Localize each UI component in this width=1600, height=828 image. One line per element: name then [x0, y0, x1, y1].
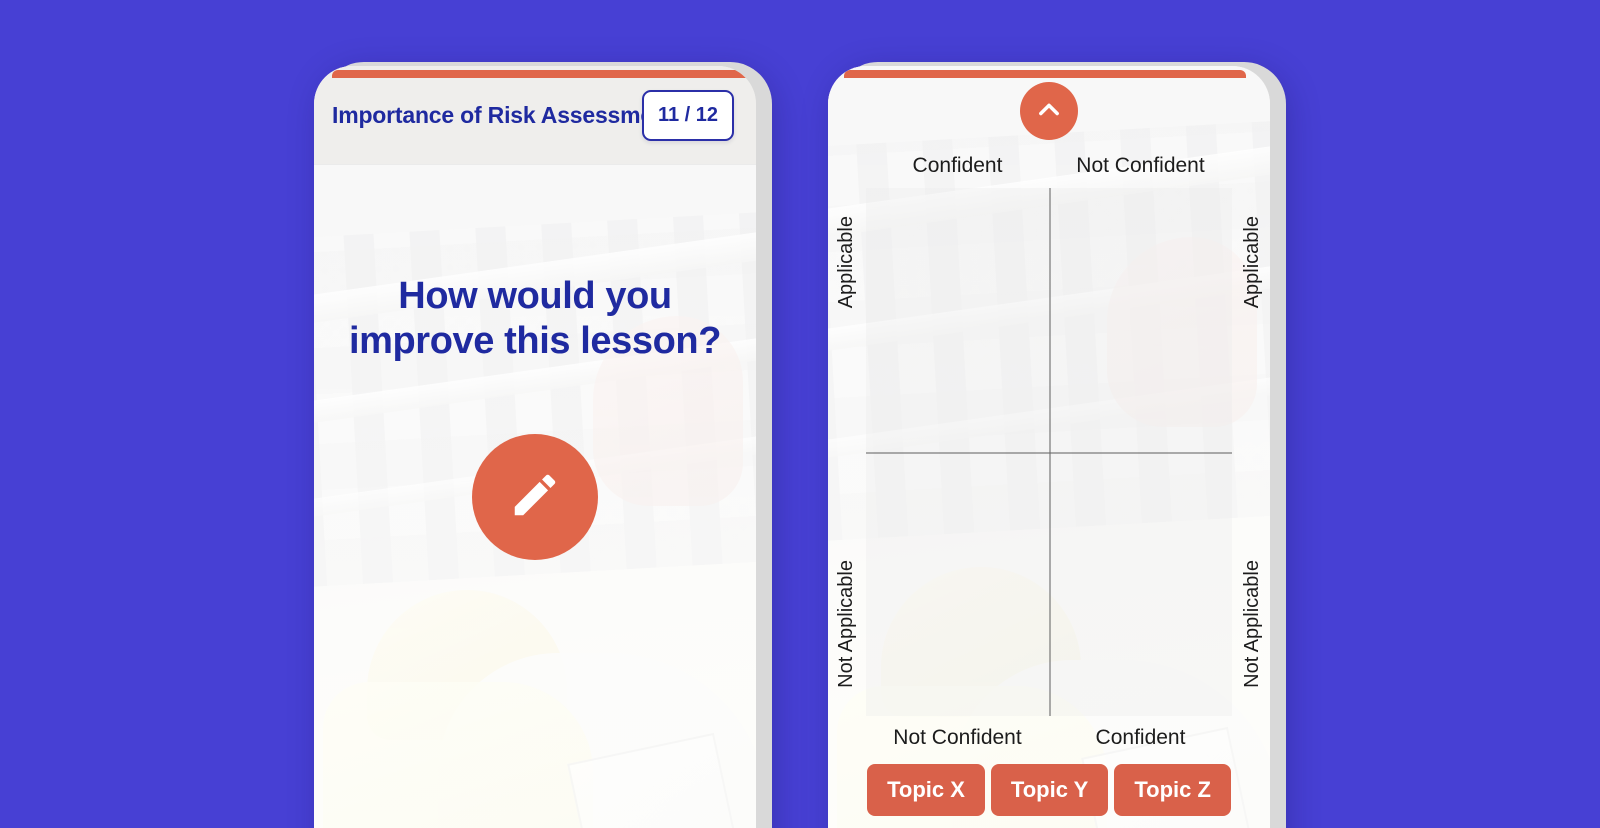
phones-stage: Importance of Risk Assessme… 11 / 12 How…	[0, 0, 1600, 828]
edit-response-button[interactable]	[472, 433, 598, 560]
question-text: How would you improve this lesson?	[348, 275, 722, 362]
axis-right-label-top: Applicable	[1240, 216, 1263, 309]
collapse-button[interactable]	[1020, 82, 1078, 140]
axis-left-labels: Applicable Not Applicable	[828, 188, 866, 716]
axis-top-label-left: Confident	[912, 154, 1003, 177]
right-phone: Confident Not Confident Applicable Not A…	[828, 62, 1286, 828]
pencil-icon	[508, 468, 562, 525]
axis-left-label-top: Applicable	[834, 216, 857, 309]
left-header: Importance of Risk Assessme… 11 / 12	[314, 66, 756, 164]
left-accent-bar	[332, 70, 746, 78]
left-phone-screen: Importance of Risk Assessme… 11 / 12 How…	[314, 66, 756, 828]
matrix-row: Applicable Not Applicable Applicable Not…	[828, 188, 1270, 716]
topic-button-z[interactable]: Topic Z	[1114, 764, 1231, 816]
axis-bottom-labels: Not Confident Confident	[866, 726, 1232, 750]
axis-bottom-label-left: Not Confident	[893, 726, 1022, 749]
left-body: How would you improve this lesson?	[314, 164, 756, 828]
axis-right-label-bottom: Not Applicable	[1240, 560, 1263, 688]
topic-buttons: Topic X Topic Y Topic Z	[867, 764, 1231, 816]
right-accent-bar	[844, 70, 1246, 78]
axis-right-labels: Applicable Not Applicable	[1232, 188, 1270, 716]
left-phone: Importance of Risk Assessme… 11 / 12 How…	[314, 62, 772, 828]
topic-button-y[interactable]: Topic Y	[990, 764, 1109, 816]
page-counter-badge[interactable]: 11 / 12	[641, 89, 734, 141]
axis-bottom-label-right: Confident	[1095, 726, 1186, 749]
axis-left-label-bottom: Not Applicable	[834, 560, 857, 688]
axis-top-labels: Confident Not Confident	[866, 154, 1232, 178]
topic-button-x[interactable]: Topic X	[867, 764, 985, 816]
right-content: Confident Not Confident Applicable Not A…	[828, 66, 1270, 828]
confidence-matrix-grid[interactable]	[866, 188, 1232, 716]
grid-horizontal-divider	[866, 452, 1232, 454]
left-content: How would you improve this lesson?	[314, 164, 756, 828]
axis-top-label-right: Not Confident	[1076, 154, 1205, 177]
right-phone-screen: Confident Not Confident Applicable Not A…	[828, 66, 1270, 828]
chevron-up-icon	[1035, 96, 1063, 127]
page-title: Importance of Risk Assessme…	[332, 101, 642, 128]
